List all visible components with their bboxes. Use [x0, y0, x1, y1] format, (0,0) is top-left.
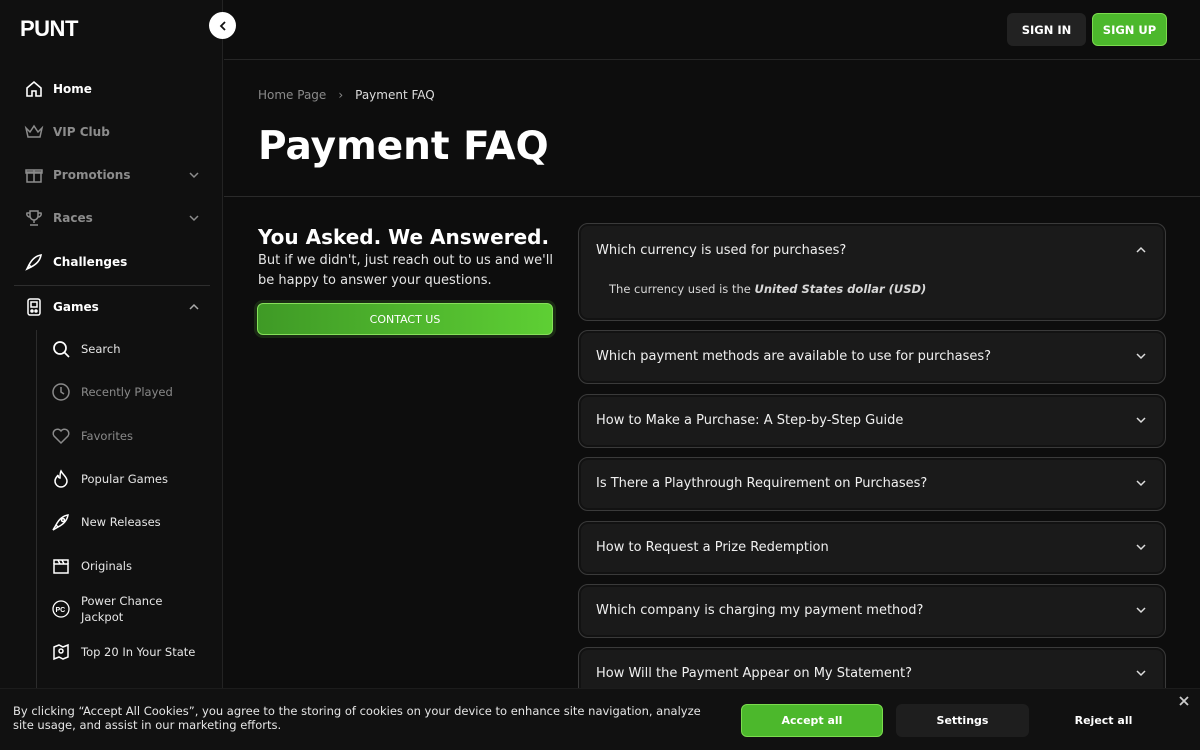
faq-item[interactable]: Which currency is used for purchases? Th… [578, 223, 1166, 321]
sidebar-sub-search[interactable]: Search [50, 331, 210, 367]
sidebar-sub-originals[interactable]: Originals [50, 548, 210, 584]
faq-question[interactable]: Which payment methods are available to u… [596, 349, 991, 364]
cookie-banner: By clicking “Accept All Cookies”, you ag… [0, 688, 1200, 750]
faq-question[interactable]: How Will the Payment Appear on My Statem… [596, 666, 912, 681]
chevron-down-icon[interactable] [188, 212, 200, 224]
faq-question[interactable]: Which company is charging my payment met… [596, 603, 923, 618]
accept-all-cookies-button[interactable]: Accept all [741, 704, 883, 737]
sidebar-item-label: Challenges [53, 255, 128, 269]
sidebar-sub-top-20[interactable]: Top 20 In Your State [50, 634, 210, 670]
map-pin-icon [50, 641, 72, 663]
sidebar-sub-label: Power Chance Jackpot [81, 594, 163, 624]
chevron-up-icon[interactable] [1135, 244, 1147, 256]
sidebar-item-challenges[interactable]: Challenges [14, 242, 210, 282]
faq-item[interactable]: How to Make a Purchase: A Step-by-Step G… [578, 394, 1166, 448]
chevron-down-icon[interactable] [1135, 667, 1147, 679]
gift-icon [24, 165, 44, 185]
faq-question[interactable]: Which currency is used for purchases? [596, 243, 846, 258]
sidebar-sub-power-chance-jackpot[interactable]: PC Power Chance Jackpot [50, 591, 210, 627]
sidebar-sub-new-releases[interactable]: New Releases [50, 504, 210, 540]
faq-answer-text: The currency used is the [609, 282, 755, 296]
page-title: Payment FAQ [258, 124, 549, 169]
ask-text: But if we didn't, just reach out to us a… [258, 253, 553, 288]
nav-divider [14, 285, 210, 286]
sidebar-item-label: Games [53, 300, 99, 314]
rocket-icon [24, 252, 44, 272]
sidebar-item-vip-club[interactable]: VIP Club [14, 112, 210, 152]
sign-up-button[interactable]: SIGN UP [1092, 13, 1167, 46]
sidebar-sub-label: Search [81, 342, 121, 356]
heart-icon [50, 425, 72, 447]
ask-heading: You Asked. We Answered. [258, 225, 550, 249]
faq-item[interactable]: Which payment methods are available to u… [578, 330, 1166, 384]
faq-question[interactable]: How to Request a Prize Redemption [596, 540, 829, 555]
faq-answer: The currency used is the United States d… [609, 282, 926, 296]
sidebar-sub-popular-games[interactable]: Popular Games [50, 461, 210, 497]
close-icon[interactable] [1177, 694, 1191, 708]
sidebar-item-promotions[interactable]: Promotions [14, 155, 210, 195]
sidebar: PUNT Home VIP Club Promotions Races Chal… [0, 0, 223, 750]
sidebar-sub-label: Top 20 In Your State [81, 645, 196, 659]
search-icon [50, 338, 72, 360]
chevron-up-icon[interactable] [188, 301, 200, 313]
faq-answer-emphasis: United States dollar (USD) [754, 282, 927, 296]
title-divider [224, 196, 1200, 197]
breadcrumb-home-link[interactable]: Home Page [258, 88, 326, 102]
breadcrumb: Home Page › Payment FAQ [258, 88, 435, 102]
sidebar-item-label: VIP Club [53, 125, 110, 139]
clock-icon [50, 381, 72, 403]
chevron-down-icon[interactable] [1135, 604, 1147, 616]
chevron-down-icon[interactable] [1135, 541, 1147, 553]
sidebar-item-label: Promotions [53, 168, 131, 182]
chevron-down-icon[interactable] [1135, 350, 1147, 362]
gamepad-icon [24, 297, 44, 317]
crown-icon [24, 122, 44, 142]
submenu-guide-line [36, 330, 37, 690]
clapper-icon [50, 555, 72, 577]
sign-in-button[interactable]: SIGN IN [1007, 13, 1086, 46]
sidebar-sub-favorites[interactable]: Favorites [50, 418, 210, 454]
sidebar-sub-label: New Releases [81, 515, 161, 529]
trophy-icon [24, 208, 44, 228]
faq-item[interactable]: How to Request a Prize Redemption [578, 521, 1166, 575]
breadcrumb-current: Payment FAQ [355, 88, 435, 102]
rocket-icon [50, 511, 72, 533]
fire-icon [50, 468, 72, 490]
home-icon [24, 79, 44, 99]
svg-text:PC: PC [56, 607, 66, 614]
sidebar-sub-label: Recently Played [81, 385, 173, 399]
reject-all-cookies-button[interactable]: Reject all [1037, 704, 1170, 737]
sidebar-collapse-button[interactable] [209, 12, 236, 39]
sidebar-item-games[interactable]: Games [14, 287, 210, 327]
sidebar-sub-label: Originals [81, 559, 132, 573]
cookie-settings-button[interactable]: Settings [896, 704, 1029, 737]
chevron-down-icon[interactable] [1135, 414, 1147, 426]
sidebar-item-races[interactable]: Races [14, 198, 210, 238]
svg-text:PUNT: PUNT [20, 17, 79, 39]
sidebar-item-label: Races [53, 211, 93, 225]
chevron-down-icon[interactable] [1135, 477, 1147, 489]
contact-us-button[interactable]: CONTACT US [257, 303, 553, 335]
faq-question[interactable]: Is There a Playthrough Requirement on Pu… [596, 476, 927, 491]
sidebar-sub-recently-played[interactable]: Recently Played [50, 374, 210, 410]
faq-question[interactable]: How to Make a Purchase: A Step-by-Step G… [596, 413, 903, 428]
chevron-left-icon [219, 20, 226, 31]
cookie-text: By clicking “Accept All Cookies”, you ag… [13, 704, 701, 732]
breadcrumb-separator: › [338, 88, 344, 102]
sidebar-sub-label: Favorites [81, 429, 133, 443]
chevron-down-icon[interactable] [188, 169, 200, 181]
punt-logo[interactable]: PUNT [20, 17, 110, 39]
pc-icon: PC [50, 598, 72, 620]
sidebar-item-home[interactable]: Home [14, 69, 210, 109]
sidebar-item-label: Home [53, 82, 92, 96]
faq-item[interactable]: Is There a Playthrough Requirement on Pu… [578, 457, 1166, 511]
faq-item[interactable]: Which company is charging my payment met… [578, 584, 1166, 638]
sidebar-sub-label: Popular Games [81, 472, 169, 486]
